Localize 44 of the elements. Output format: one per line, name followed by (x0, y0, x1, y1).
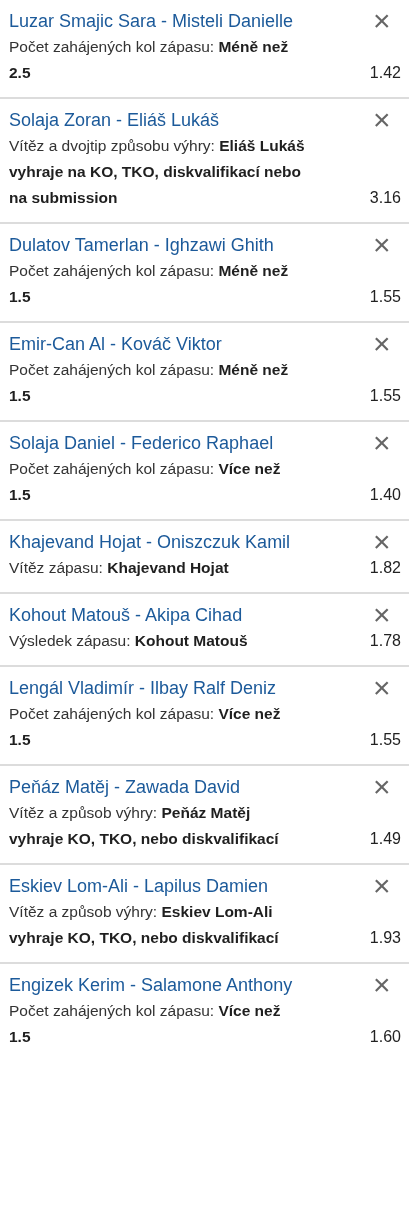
close-button[interactable]: × (369, 774, 394, 800)
bet-selection: Vítěz a způsob výhry: Eskiev Lom-Ali vyhraje KO, TKO, nebo diskvalifikací (9, 902, 280, 948)
bet-selection: Počet zahájených kol zápasu: Méně než 2.5 (9, 37, 290, 83)
close-button[interactable]: × (369, 8, 394, 34)
match-title: Emir-Can Al - Kováč Viktor (9, 333, 223, 356)
odds-value: 1.55 (369, 386, 401, 406)
bet-selection: Počet zahájených kol zápasu: Méně než 1.5 (9, 360, 290, 406)
close-button[interactable]: × (369, 675, 394, 701)
match-title: Solaja Zoran - Eliáš Lukáš (9, 109, 221, 132)
match-title: Peňáz Matěj - Zawada David (9, 776, 242, 799)
bet-selection: Počet zahájených kol zápasu: Méně než 1.5 (9, 261, 290, 307)
bet-selection: Počet zahájených kol zápasu: Více než 1.5 (9, 704, 282, 750)
odds-value: 3.16 (369, 188, 401, 208)
bet-selection: Vítěz a způsob výhry: Peňáz Matěj vyhraje KO, TKO, nebo diskvalifikací (9, 803, 280, 849)
match-title: Luzar Smajic Sara - Misteli Danielle (9, 10, 295, 33)
odds-value: 1.42 (369, 63, 401, 83)
odds-value: 1.49 (369, 829, 401, 849)
close-button[interactable]: × (369, 430, 394, 456)
odds-value: 1.82 (369, 558, 401, 578)
close-button[interactable]: × (369, 232, 394, 258)
odds-value: 1.93 (369, 928, 401, 948)
match-title: Solaja Daniel - Federico Raphael (9, 432, 275, 455)
close-button[interactable]: × (369, 107, 394, 133)
bet-selection: Vítěz a dvojtip způsobu výhry: Eliáš Lukáš vyhraje na KO, TKO, diskvalifikací nebo na submission (9, 136, 305, 208)
close-button[interactable]: × (369, 331, 394, 357)
bet-selection: Vítěz zápasu: Khajevand Hojat (9, 558, 230, 578)
odds-value: 1.40 (369, 485, 401, 505)
match-title: Lengál Vladimír - Ilbay Ralf Deniz (9, 677, 278, 700)
odds-value: 1.78 (369, 631, 401, 651)
close-button[interactable]: × (369, 529, 394, 555)
close-button[interactable]: × (369, 602, 394, 628)
odds-value: 1.55 (369, 287, 401, 307)
bet-selection: Výsledek zápasu: Kohout Matouš (9, 631, 249, 651)
match-title: Dulatov Tamerlan - Ighzawi Ghith (9, 234, 275, 257)
match-title: Engizek Kerim - Salamone Anthony (9, 974, 294, 997)
match-title: Eskiev Lom-Ali - Lapilus Damien (9, 875, 270, 898)
odds-value: 1.60 (369, 1027, 401, 1047)
close-button[interactable]: × (369, 972, 394, 998)
odds-value: 1.55 (369, 730, 401, 750)
close-button[interactable]: × (369, 873, 394, 899)
bet-selection: Počet zahájených kol zápasu: Více než 1.5 (9, 459, 282, 505)
match-title: Kohout Matouš - Akipa Cihad (9, 604, 244, 627)
match-title: Khajevand Hojat - Oniszczuk Kamil (9, 531, 292, 554)
bet-selection: Počet zahájených kol zápasu: Více než 1.5 (9, 1001, 282, 1047)
